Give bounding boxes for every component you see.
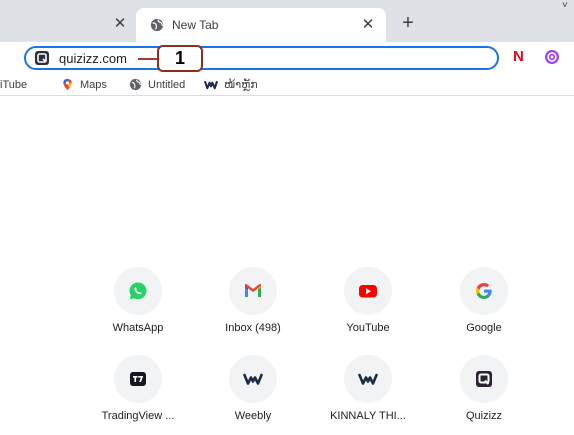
shortcut-label: Weebly — [234, 410, 272, 422]
tab-close-icon[interactable]: ✕ — [360, 17, 376, 33]
netflix-extension-icon[interactable]: N — [513, 48, 524, 65]
bookmark-youtube[interactable]: iTube — [0, 78, 27, 92]
callout-pointer-line — [138, 58, 158, 60]
shortcut-label: TradingView ... — [101, 410, 175, 422]
address-bar[interactable]: quizizz.com — [24, 46, 499, 70]
callout-number-badge: 1 — [157, 45, 203, 72]
shortcut-whatsapp[interactable] — [114, 267, 162, 315]
maps-pin-icon — [63, 78, 72, 91]
tab-search-chevron-icon[interactable]: ˅ — [562, 0, 574, 11]
shortcut-label: WhatsApp — [112, 322, 164, 334]
bookmark-maps[interactable]: Maps — [80, 78, 107, 92]
shortcut-google[interactable] — [460, 267, 508, 315]
new-tab-plus-icon[interactable]: + — [398, 13, 418, 33]
shortcut-label: KINNALY THI... — [330, 410, 406, 422]
shortcut-kinnaly[interactable] — [344, 355, 392, 403]
shortcut-label: YouTube — [346, 322, 390, 334]
globe-icon — [150, 18, 164, 32]
tab-title: New Tab — [172, 18, 219, 32]
previous-tab-close-icon[interactable]: ✕ — [113, 16, 127, 31]
shortcut-label: Quizizz — [465, 410, 503, 422]
globe-icon — [129, 78, 142, 91]
gmail-icon — [245, 283, 261, 297]
shortcut-label: Google — [466, 322, 502, 334]
bookmark-untitled[interactable]: Untitled — [148, 78, 185, 92]
quizizz-icon — [476, 371, 492, 387]
quizizz-favicon-icon — [35, 51, 49, 65]
shortcut-gmail[interactable] — [229, 267, 277, 315]
google-icon — [476, 283, 492, 299]
address-bar-text[interactable]: quizizz.com — [59, 51, 127, 66]
weebly-icon — [243, 373, 263, 385]
shortcut-tradingview[interactable] — [114, 355, 162, 403]
tab-new-tab[interactable]: New Tab ✕ — [136, 8, 386, 42]
shortcut-youtube[interactable] — [344, 267, 392, 315]
toolbar: quizizz.com — [0, 42, 574, 74]
bookmark-lao-home[interactable]: ໜ້າຫຼັກ — [224, 78, 258, 92]
extension-badge-icon[interactable] — [544, 49, 560, 65]
tab-strip: ✕ New Tab ✕ + ˅ — [0, 0, 574, 42]
weebly-icon — [203, 80, 219, 90]
shortcut-weebly[interactable] — [229, 355, 277, 403]
whatsapp-icon — [129, 282, 147, 300]
youtube-icon — [359, 285, 377, 298]
shortcut-label: Inbox (498) — [225, 322, 281, 334]
shortcut-quizizz[interactable] — [460, 355, 508, 403]
tradingview-icon — [130, 372, 146, 386]
bookmarks-bar: iTube Maps Untitled ໜ້າຫຼັກ — [0, 74, 574, 96]
weebly-icon — [358, 373, 378, 385]
